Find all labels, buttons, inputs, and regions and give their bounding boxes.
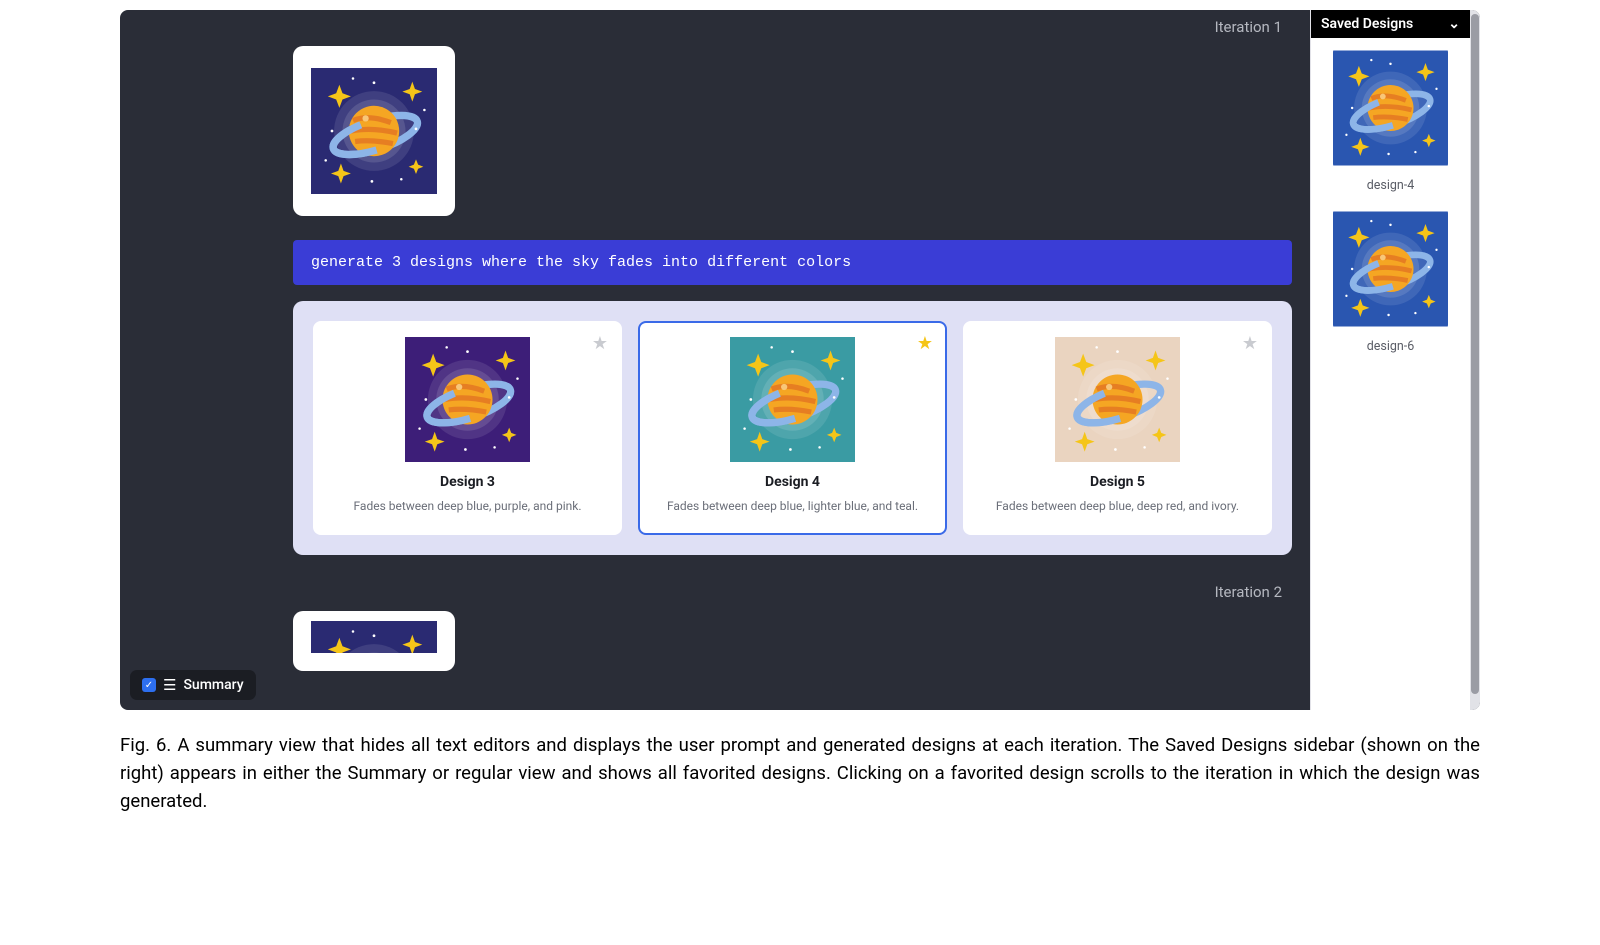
planet-icon [1333, 48, 1448, 168]
saved-label: design-4 [1321, 178, 1460, 193]
list-icon: ☰ [163, 676, 176, 694]
sidebar-body: design-4 design-6 [1311, 38, 1470, 380]
design-title: Design 4 [654, 474, 931, 490]
planet-icon [730, 337, 855, 462]
prompt-bar: generate 3 designs where the sky fades i… [293, 240, 1292, 285]
chevron-down-icon: ⌄ [1448, 16, 1460, 32]
design-title: Design 5 [979, 474, 1256, 490]
design-title: Design 3 [329, 474, 606, 490]
planet-icon [1055, 337, 1180, 462]
iteration-label-1: Iteration 1 [138, 18, 1292, 36]
star-icon[interactable]: ★ [1242, 333, 1258, 354]
design-desc: Fades between deep blue, deep red, and i… [979, 498, 1256, 515]
scrollbar-track[interactable] [1470, 10, 1480, 710]
iteration-2-area: Iteration 2 [138, 583, 1292, 671]
design-card-5[interactable]: ★ Design 5 Fades between deep blue, deep… [963, 321, 1272, 535]
sidebar-title: Saved Designs [1321, 16, 1413, 32]
design-thumbnail [405, 337, 530, 462]
design-thumbnail [730, 337, 855, 462]
caption-prefix: Fig. 6. [120, 734, 171, 756]
iteration-label-2: Iteration 2 [138, 583, 1292, 601]
saved-thumbnail [1333, 209, 1448, 329]
caption-text: A summary view that hides all text edito… [120, 734, 1480, 812]
saved-label: design-6 [1321, 339, 1460, 354]
planet-icon [1333, 209, 1448, 329]
initial-design-thumbnail-2[interactable] [293, 611, 455, 671]
check-icon: ✓ [142, 678, 156, 692]
design-card-3[interactable]: ★ Design 3 Fades between deep blue, purp… [313, 321, 622, 535]
planet-icon [311, 64, 437, 198]
summary-label: Summary [183, 677, 243, 693]
sidebar-header[interactable]: Saved Designs ⌄ [1311, 10, 1470, 38]
design-desc: Fades between deep blue, lighter blue, a… [654, 498, 931, 515]
saved-designs-sidebar: Saved Designs ⌄ design-4 [1310, 10, 1470, 710]
saved-design-item[interactable]: design-6 [1321, 209, 1460, 354]
main-area: Iteration 1 generate 3 designs where the… [120, 10, 1310, 710]
app-frame: Iteration 1 generate 3 designs where the… [120, 10, 1480, 710]
saved-thumbnail [1333, 48, 1448, 168]
planet-icon [311, 621, 437, 653]
summary-toggle[interactable]: ✓ ☰ Summary [130, 670, 256, 700]
designs-panel: ★ Design 3 Fades between deep blue, purp… [293, 301, 1292, 555]
scrollbar-thumb[interactable] [1471, 14, 1479, 694]
design-desc: Fades between deep blue, purple, and pin… [329, 498, 606, 515]
planet-icon [405, 337, 530, 462]
saved-design-item[interactable]: design-4 [1321, 48, 1460, 193]
design-card-4[interactable]: ★ Design 4 Fades between deep blue, ligh… [638, 321, 947, 535]
initial-design-thumbnail[interactable] [293, 46, 455, 216]
star-icon[interactable]: ★ [917, 333, 933, 354]
figure-caption: Fig. 6. A summary view that hides all te… [120, 710, 1480, 815]
star-icon[interactable]: ★ [592, 333, 608, 354]
design-thumbnail [1055, 337, 1180, 462]
iteration-1-body: generate 3 designs where the sky fades i… [138, 46, 1292, 555]
